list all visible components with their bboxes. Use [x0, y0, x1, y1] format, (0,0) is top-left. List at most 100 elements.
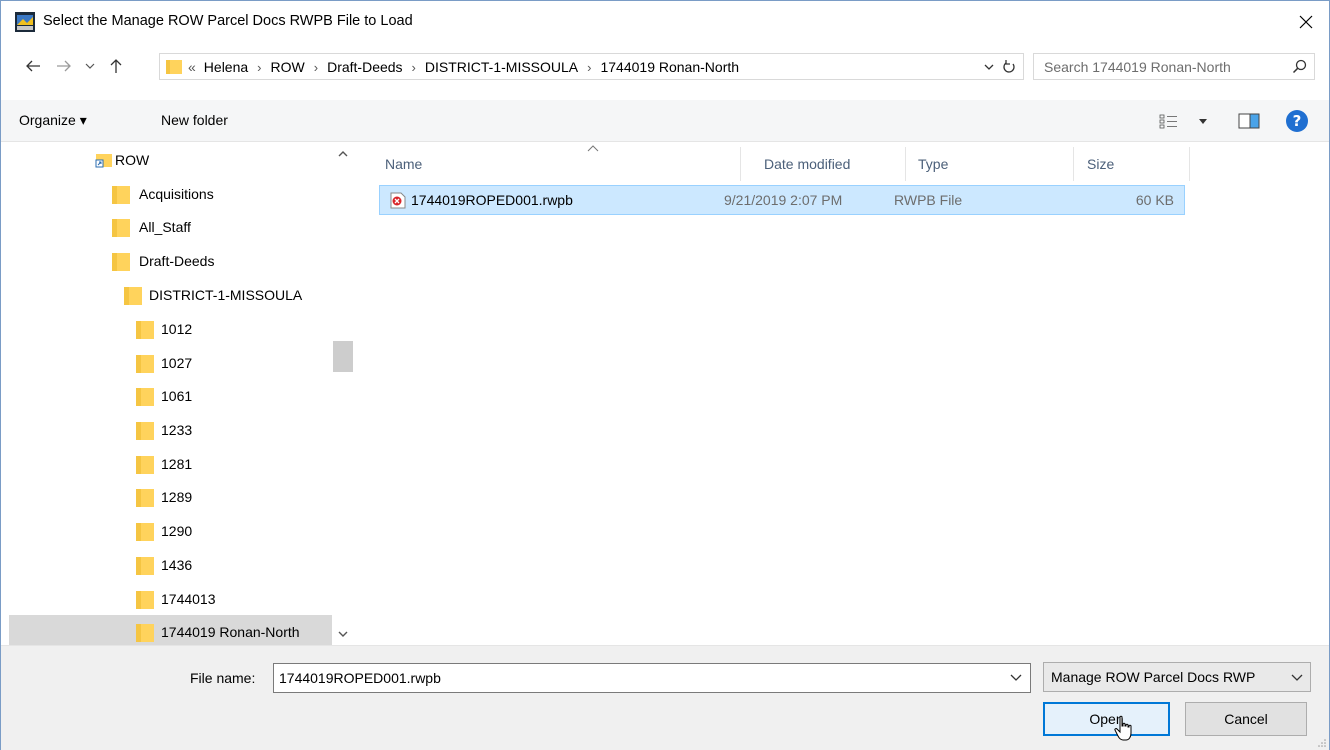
breadcrumb-separator[interactable]: › [412, 60, 416, 75]
nav-item-1744013[interactable]: 1744013 [1, 582, 331, 616]
command-bar: Organize ▾ New folder ? [1, 100, 1329, 142]
cancel-button[interactable]: Cancel [1185, 702, 1307, 736]
file-name-value: 1744019ROPED001.rwpb [279, 670, 441, 686]
nav-item-label: 1744019 Ronan-North [161, 624, 300, 640]
file-name: 1744019ROPED001.rwpb [411, 192, 573, 208]
nav-item-row[interactable]: ROW [1, 143, 331, 177]
nav-item-label: 1744013 [161, 591, 216, 607]
nav-item-1233[interactable]: 1233 [1, 413, 331, 447]
scroll-down-button[interactable] [332, 623, 354, 645]
folder-icon [136, 355, 154, 373]
breadcrumb-draft-deeds[interactable]: Draft-Deeds [327, 59, 402, 75]
rwpb-file-icon [390, 192, 406, 209]
breadcrumb-row[interactable]: ROW [271, 59, 305, 75]
up-button[interactable] [103, 53, 129, 79]
column-header-size[interactable]: Size [1087, 147, 1114, 181]
mouse-pointer-icon [1114, 715, 1132, 741]
forward-button[interactable] [51, 53, 77, 79]
breadcrumb-overflow[interactable]: « [188, 59, 196, 75]
change-view-button[interactable] [1159, 110, 1213, 132]
preview-pane-icon[interactable] [1237, 111, 1261, 131]
breadcrumb-separator[interactable]: › [587, 60, 591, 75]
breadcrumb-district[interactable]: DISTRICT-1-MISSOULA [425, 59, 578, 75]
title-bar: Select the Manage ROW Parcel Docs RWPB F… [1, 1, 1329, 43]
column-header-type[interactable]: Type [918, 147, 948, 181]
folder-icon [112, 219, 130, 237]
close-icon [1299, 15, 1313, 29]
shortcut-folder-icon [95, 154, 112, 168]
scroll-up-button[interactable] [332, 143, 354, 165]
nav-item-1012[interactable]: 1012 [1, 312, 331, 346]
nav-item-1281[interactable]: 1281 [1, 447, 331, 481]
back-button[interactable] [19, 53, 47, 79]
cancel-button-label: Cancel [1224, 711, 1268, 727]
nav-item-label: 1233 [161, 422, 193, 438]
folder-icon [124, 287, 142, 305]
refresh-button[interactable] [998, 55, 1020, 79]
column-divider[interactable] [1073, 147, 1074, 181]
nav-item-label: 1289 [161, 489, 193, 505]
file-type-value: Manage ROW Parcel Docs RWP [1051, 669, 1256, 685]
chevron-down-icon [984, 64, 994, 70]
nav-item-acquisitions[interactable]: Acquisitions [1, 177, 331, 211]
file-list: Name Date modified Type Size 1744019ROPE… [355, 143, 1329, 645]
nav-item-1061[interactable]: 1061 [1, 379, 331, 413]
nav-item-all-staff[interactable]: All_Staff [1, 210, 331, 244]
folder-icon [112, 186, 130, 204]
navigation-pane: ROW Acquisitions All_Staff Draft-Deeds D… [1, 143, 355, 645]
open-button[interactable]: Open [1043, 702, 1170, 736]
file-name-input[interactable]: 1744019ROPED001.rwpb [273, 663, 1031, 693]
column-divider[interactable] [1189, 147, 1190, 181]
file-size: 60 KB [1135, 192, 1174, 208]
nav-item-1290[interactable]: 1290 [1, 514, 331, 548]
column-divider[interactable] [740, 147, 741, 181]
address-bar[interactable]: « Helena › ROW › Draft-Deeds › DISTRICT-… [159, 53, 1024, 80]
nav-scrollbar[interactable] [332, 143, 354, 645]
recent-locations-button[interactable] [81, 53, 99, 79]
arrow-right-icon [57, 60, 71, 72]
folder-icon [136, 489, 154, 507]
nav-item-label: Draft-Deeds [139, 253, 215, 269]
nav-item-1027[interactable]: 1027 [1, 346, 331, 380]
breadcrumb-current[interactable]: 1744019 Ronan-North [600, 59, 739, 75]
search-input[interactable]: Search 1744019 Ronan-North [1033, 53, 1315, 80]
nav-item-label: 1436 [161, 557, 193, 573]
chevron-down-icon [1199, 119, 1207, 124]
column-header-date-modified[interactable]: Date modified [764, 147, 850, 181]
column-header-label: Size [1087, 156, 1115, 172]
folder-icon [136, 422, 154, 440]
nav-item-1744019-ronan-north[interactable]: 1744019 Ronan-North [9, 615, 332, 645]
breadcrumb-helena[interactable]: Helena [204, 59, 248, 75]
scroll-thumb[interactable] [333, 341, 353, 372]
address-history-button[interactable] [982, 58, 996, 76]
nav-item-district-1-missoula[interactable]: DISTRICT-1-MISSOULA [1, 278, 331, 312]
nav-item-1436[interactable]: 1436 [1, 548, 331, 582]
column-header-name[interactable]: Name [385, 145, 743, 181]
folder-icon [136, 456, 154, 474]
close-button[interactable] [1283, 1, 1329, 43]
file-row[interactable]: 1744019ROPED001.rwpb 9/21/2019 2:07 PM R… [379, 185, 1185, 215]
breadcrumb-separator[interactable]: › [314, 60, 318, 75]
column-header-label: Name [385, 156, 423, 172]
breadcrumb-separator[interactable]: › [257, 60, 261, 75]
column-header-label: Type [918, 156, 949, 172]
nav-item-1289[interactable]: 1289 [1, 480, 331, 514]
chevron-down-icon [338, 631, 348, 637]
help-button[interactable]: ? [1286, 110, 1308, 132]
file-type-select[interactable]: Manage ROW Parcel Docs RWP [1043, 662, 1311, 692]
column-divider[interactable] [905, 147, 906, 181]
search-icon [1292, 59, 1307, 74]
nav-item-label: All_Staff [139, 219, 191, 235]
folder-icon [112, 253, 130, 271]
resize-grip-icon[interactable] [1317, 738, 1327, 748]
organize-menu[interactable]: Organize ▾ [19, 112, 87, 129]
nav-item-label: 1061 [161, 388, 193, 404]
nav-item-label: Acquisitions [139, 186, 214, 202]
nav-item-draft-deeds[interactable]: Draft-Deeds [1, 244, 331, 278]
chevron-up-icon [338, 151, 348, 157]
chevron-down-icon[interactable] [1010, 672, 1022, 682]
new-folder-button[interactable]: New folder [161, 112, 228, 128]
file-open-dialog: Select the Manage ROW Parcel Docs RWPB F… [0, 0, 1330, 750]
navigation-row: « Helena › ROW › Draft-Deeds › DISTRICT-… [1, 43, 1329, 91]
window-title: Select the Manage ROW Parcel Docs RWPB F… [43, 13, 413, 29]
